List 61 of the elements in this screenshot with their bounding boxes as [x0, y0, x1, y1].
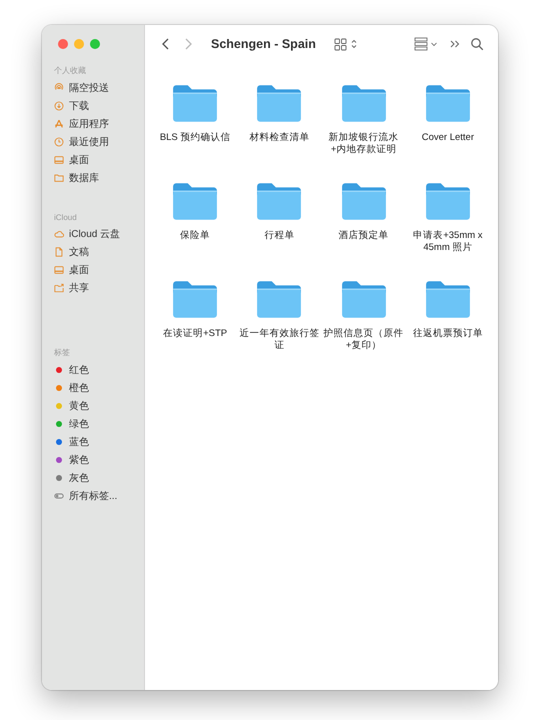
airdrop-icon	[54, 83, 64, 93]
group-button[interactable]	[414, 37, 440, 51]
sidebar-item[interactable]: 共享	[69, 281, 89, 295]
folder-name[interactable]: 往返机票预订单	[408, 328, 488, 340]
cloud-icon	[54, 229, 64, 239]
folder-icon[interactable]	[255, 83, 304, 123]
desktop-icon	[54, 155, 64, 165]
sidebar-item[interactable]: 桌面	[69, 153, 89, 167]
sidebar-item[interactable]: 所有标签...	[69, 489, 118, 503]
folder-icon[interactable]	[340, 279, 388, 319]
sidebar-item[interactable]: 黄色	[69, 399, 89, 413]
folder-icon[interactable]	[171, 83, 220, 123]
sidebar-item[interactable]: 最近使用	[69, 135, 109, 149]
folder-name[interactable]: 保险单	[155, 230, 236, 242]
folder-name[interactable]: 近一年有效旅行签证	[239, 328, 320, 352]
sidebar-item[interactable]: 灰色	[69, 471, 89, 485]
folder-name[interactable]: Cover Letter	[408, 132, 488, 144]
sidebar-item[interactable]: 红色	[69, 363, 89, 377]
close-button[interactable]	[58, 39, 68, 49]
document-icon	[54, 247, 64, 257]
sidebar-item[interactable]: 应用程序	[69, 117, 109, 131]
window-title: Schengen - Spain	[211, 37, 316, 51]
folder-icon[interactable]	[255, 279, 304, 319]
folder-icon[interactable]	[340, 181, 388, 221]
folder-icon[interactable]	[424, 83, 472, 123]
sidebar-item[interactable]: 绿色	[69, 417, 89, 431]
desktop-icon	[54, 265, 64, 275]
folder-icon[interactable]	[255, 181, 304, 221]
folder-icon[interactable]	[424, 279, 472, 319]
sidebar-heading: 标签	[54, 347, 71, 358]
sidebar-heading: iCloud	[54, 213, 78, 222]
zoom-button[interactable]	[90, 39, 100, 49]
clock-icon	[54, 137, 64, 147]
folder-icon[interactable]	[424, 181, 472, 221]
folder-name[interactable]: 在读证明+STP	[155, 328, 236, 340]
folder-name[interactable]: 酒店预定单	[324, 230, 404, 242]
search-icon[interactable]	[470, 37, 484, 51]
sidebar-item[interactable]: 蓝色	[69, 435, 89, 449]
folder-name[interactable]: 申请表+35mm x 45mm 照片	[408, 230, 488, 254]
folder-icon[interactable]	[171, 279, 220, 319]
folder-icon[interactable]	[171, 181, 220, 221]
folder-name[interactable]: 行程单	[239, 230, 320, 242]
folder-name[interactable]: BLS 预约确认信	[155, 132, 236, 144]
folder-icon	[54, 173, 64, 183]
folder-name[interactable]: 材料检查清单	[239, 132, 320, 144]
sidebar-item[interactable]: 下载	[69, 99, 89, 113]
sidebar-item[interactable]: iCloud 云盘	[69, 227, 120, 241]
sidebar-item[interactable]: 桌面	[69, 263, 89, 277]
folder-name[interactable]: 新加坡银行流水+内地存款证明	[324, 132, 404, 156]
shared-folder-icon	[54, 283, 64, 293]
tags-icon	[54, 491, 64, 501]
folder-name[interactable]: 护照信息页（原件+复印）	[324, 328, 404, 352]
sidebar-item[interactable]: 数据库	[69, 171, 99, 185]
sidebar-item[interactable]: 隔空投送	[69, 81, 109, 95]
sidebar-item[interactable]: 橙色	[69, 381, 89, 395]
apps-icon	[54, 119, 64, 129]
sidebar-item[interactable]: 紫色	[69, 453, 89, 467]
sidebar-heading: 个人收藏	[54, 65, 87, 76]
download-icon	[54, 101, 64, 111]
folder-icon[interactable]	[340, 83, 388, 123]
sidebar-item[interactable]: 文稿	[69, 245, 89, 259]
